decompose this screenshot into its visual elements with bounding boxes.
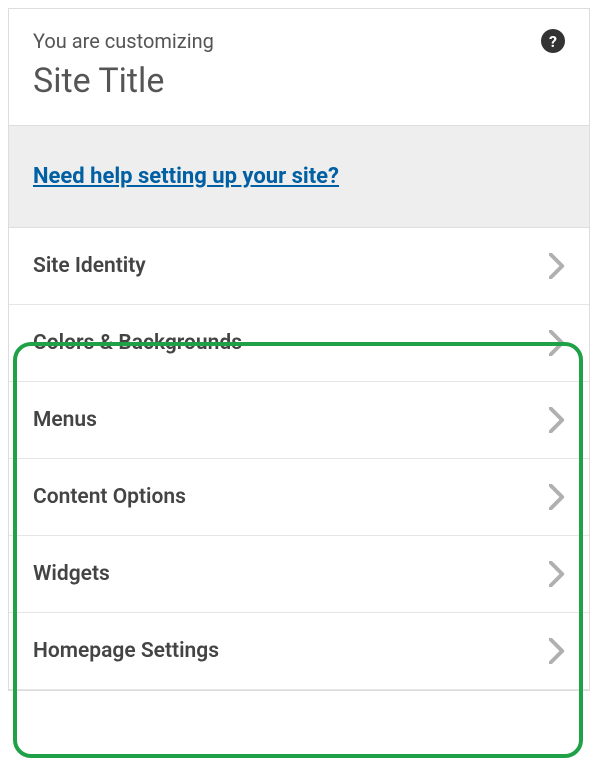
section-homepage-settings[interactable]: Homepage Settings — [9, 613, 589, 690]
section-content-options[interactable]: Content Options — [9, 459, 589, 536]
section-list: Site Identity Colors & Backgrounds Menus… — [9, 228, 589, 690]
chevron-right-icon — [549, 484, 565, 510]
chevron-right-icon — [549, 253, 565, 279]
customizing-label: You are customizing — [33, 29, 565, 53]
section-label: Content Options — [33, 485, 186, 509]
customizer-panel: You are customizing Site Title ? Need he… — [8, 8, 590, 691]
section-menus[interactable]: Menus — [9, 382, 589, 459]
chevron-right-icon — [549, 407, 565, 433]
chevron-right-icon — [549, 638, 565, 664]
help-icon-char: ? — [549, 32, 557, 51]
site-title: Site Title — [33, 61, 565, 101]
section-label: Widgets — [33, 562, 110, 586]
section-label: Homepage Settings — [33, 639, 219, 663]
chevron-right-icon — [549, 561, 565, 587]
section-widgets[interactable]: Widgets — [9, 536, 589, 613]
section-label: Site Identity — [33, 254, 146, 278]
panel-header: You are customizing Site Title ? — [9, 9, 589, 125]
help-link[interactable]: Need help setting up your site? — [33, 164, 339, 189]
chevron-right-icon — [549, 330, 565, 356]
section-label: Colors & Backgrounds — [33, 331, 242, 355]
help-icon[interactable]: ? — [541, 29, 565, 53]
section-colors-backgrounds[interactable]: Colors & Backgrounds — [9, 305, 589, 382]
section-site-identity[interactable]: Site Identity — [9, 228, 589, 305]
section-label: Menus — [33, 408, 97, 432]
help-banner: Need help setting up your site? — [9, 125, 589, 228]
